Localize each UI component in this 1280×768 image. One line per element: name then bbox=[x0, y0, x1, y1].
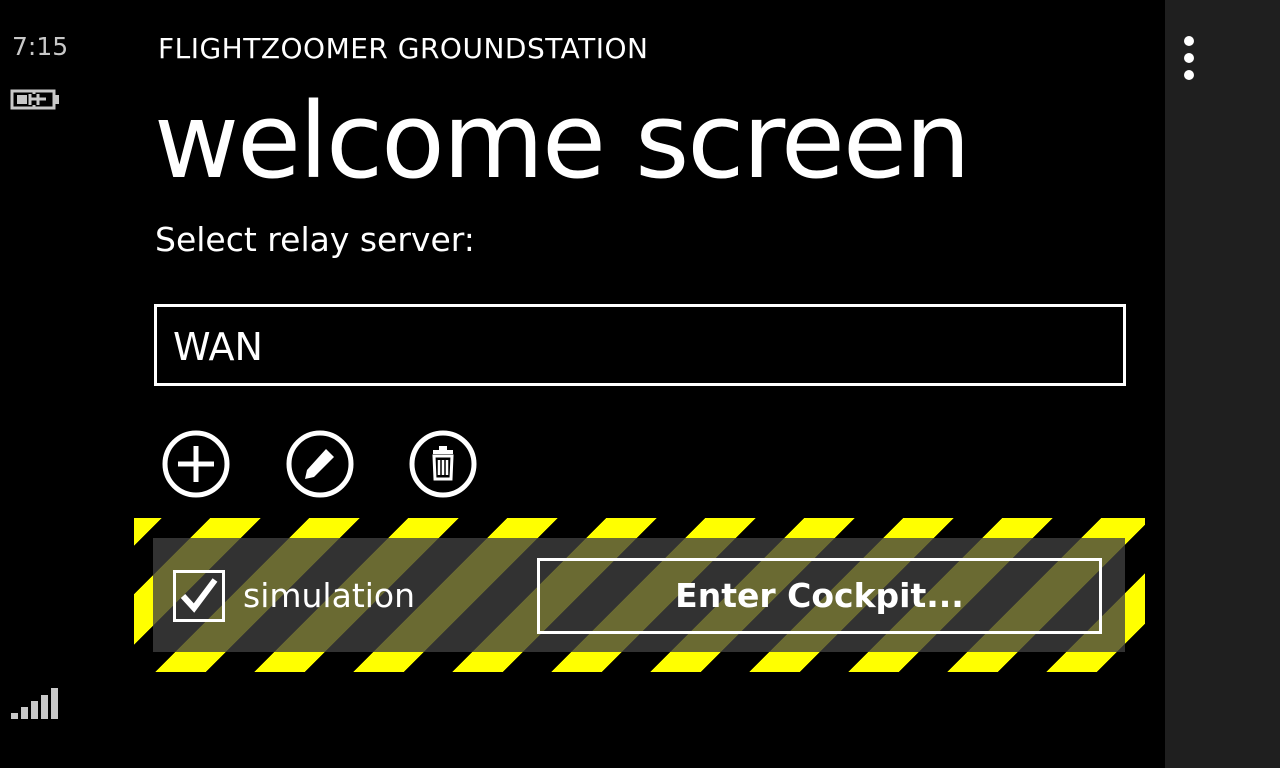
relay-server-select[interactable]: WAN bbox=[154, 304, 1126, 386]
application-bar bbox=[1165, 0, 1280, 768]
add-circle-icon bbox=[162, 430, 230, 498]
battery-charging-icon bbox=[10, 86, 62, 112]
relay-server-selected-value: WAN bbox=[173, 325, 263, 369]
add-server-button[interactable] bbox=[162, 430, 230, 498]
ellipsis-icon[interactable] bbox=[1181, 36, 1197, 84]
checkmark-icon bbox=[180, 578, 218, 613]
app-title: FLIGHTZOOMER GROUNDSTATION bbox=[158, 32, 649, 65]
status-time: 7:15 bbox=[12, 32, 69, 61]
simulation-label: simulation bbox=[243, 576, 416, 615]
phone-screen: 7:15 FLIGHTZOOMER GROUNDSTATION welcome … bbox=[0, 0, 1280, 768]
delete-server-button[interactable] bbox=[409, 430, 477, 498]
enter-cockpit-button[interactable]: Enter Cockpit... bbox=[537, 558, 1102, 634]
edit-server-button[interactable] bbox=[286, 430, 354, 498]
page-title: welcome screen bbox=[154, 80, 971, 202]
edit-pencil-icon bbox=[286, 430, 354, 498]
relay-server-label: Select relay server: bbox=[155, 220, 475, 259]
signal-strength-icon bbox=[10, 686, 60, 720]
simulation-checkbox[interactable] bbox=[173, 570, 225, 622]
trash-icon bbox=[409, 430, 477, 498]
